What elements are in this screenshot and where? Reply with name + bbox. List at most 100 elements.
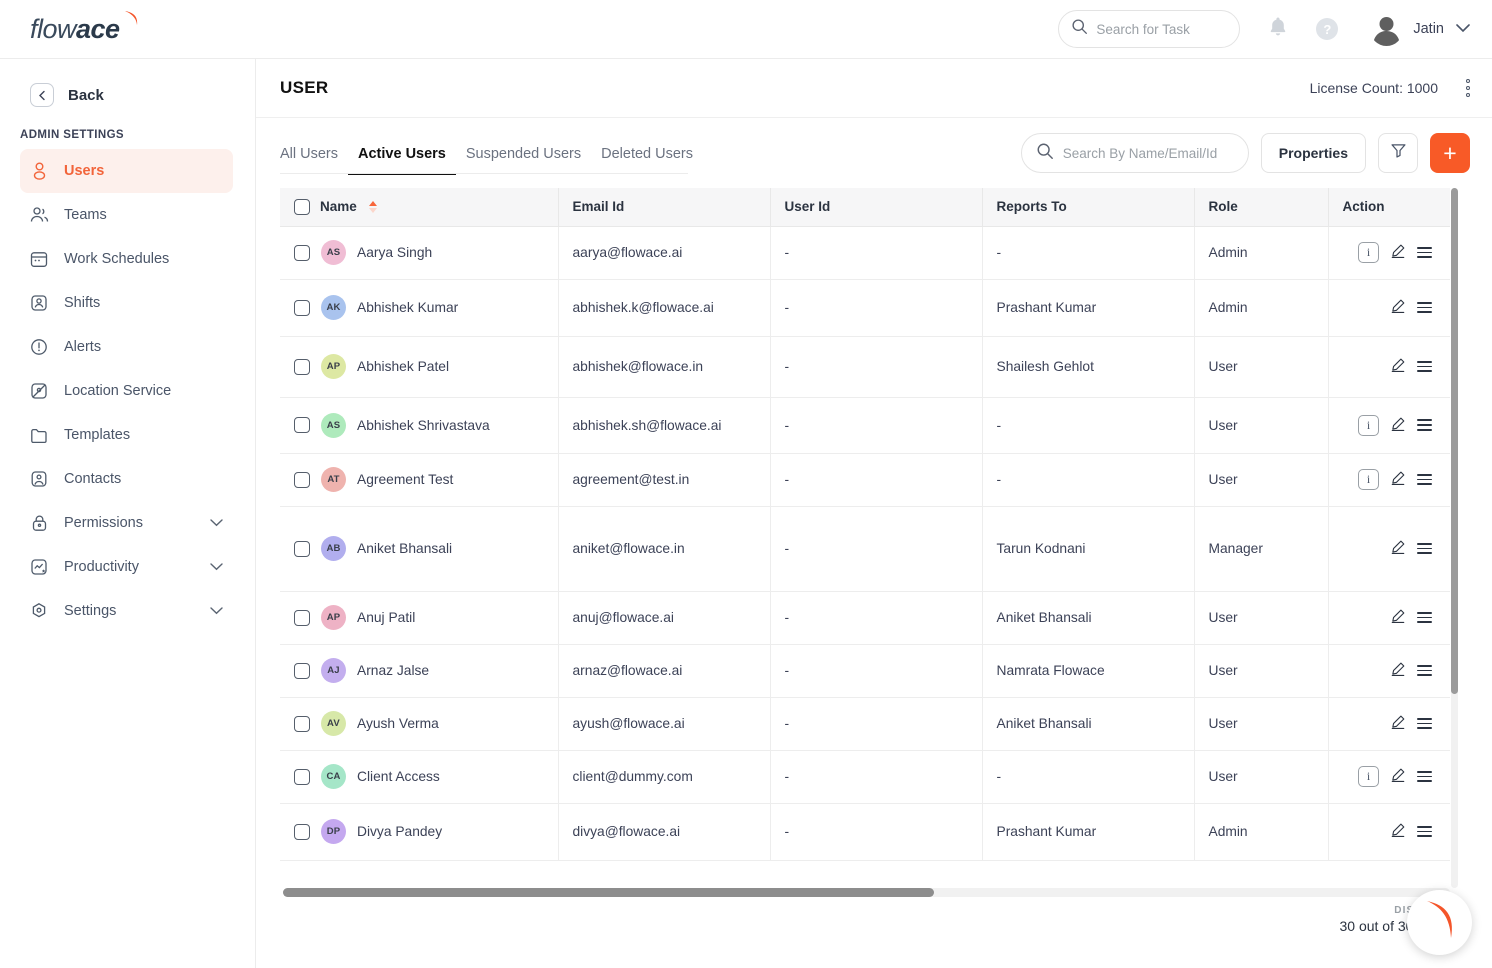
gear-icon — [28, 602, 50, 620]
edit-pencil-icon[interactable] — [1390, 243, 1406, 262]
logo-swoosh-icon — [122, 9, 142, 34]
menu-hamburger-icon[interactable] — [1417, 542, 1432, 555]
help-button[interactable]: ? — [1316, 18, 1339, 40]
sidebar-item-work-schedules[interactable]: Work Schedules — [20, 237, 233, 281]
sidebar-item-contacts[interactable]: Contacts — [20, 457, 233, 501]
task-search-input[interactable]: Search for Task — [1058, 10, 1241, 48]
menu-hamburger-icon[interactable] — [1417, 611, 1432, 624]
horizontal-scrollbar-thumb[interactable] — [283, 888, 934, 897]
table-toolbar: Search By Name/Email/Id Properties + — [1020, 133, 1492, 173]
chevron-down-icon[interactable] — [210, 558, 223, 576]
tab-active-users[interactable]: Active Users — [348, 146, 456, 175]
tab-suspended-users[interactable]: Suspended Users — [456, 146, 591, 175]
menu-hamburger-icon[interactable] — [1417, 360, 1432, 373]
cell-email: aniket@flowace.in — [558, 506, 771, 592]
menu-hamburger-icon[interactable] — [1417, 473, 1432, 486]
edit-pencil-icon[interactable] — [1390, 767, 1406, 786]
row-checkbox[interactable] — [294, 715, 310, 732]
row-checkbox[interactable] — [294, 609, 310, 626]
table-row[interactable]: AS Aarya Singh aarya@flowace.ai - - Admin i — [280, 226, 1450, 280]
edit-pencil-icon[interactable] — [1390, 714, 1406, 733]
chat-widget-button[interactable] — [1407, 890, 1472, 955]
avatar: AB — [321, 536, 346, 561]
table-row[interactable]: AV Ayush Verma ayush@flowace.ai - Aniket Bha… — [280, 697, 1450, 751]
chevron-down-icon[interactable] — [210, 602, 223, 620]
cell-user-id: - — [770, 453, 983, 507]
avatar[interactable] — [1370, 12, 1404, 46]
row-checkbox[interactable] — [294, 662, 310, 679]
row-checkbox[interactable] — [294, 244, 310, 261]
column-header-email[interactable]: Email Id — [558, 188, 771, 227]
menu-hamburger-icon[interactable] — [1417, 246, 1432, 259]
edit-pencil-icon[interactable] — [1390, 608, 1406, 627]
tab-deleted-users[interactable]: Deleted Users — [591, 146, 703, 175]
table-row[interactable]: AJ Arnaz Jalse arnaz@flowace.ai - Namrata Fl… — [280, 644, 1450, 698]
more-vertical-icon[interactable] — [1466, 79, 1470, 97]
column-header-user-id[interactable]: User Id — [770, 188, 983, 227]
table-row[interactable]: AK Abhishek Kumar abhishek.k@flowace.ai - Pr… — [280, 279, 1450, 337]
column-header-reports-to[interactable]: Reports To — [982, 188, 1195, 227]
column-header-name[interactable]: Name — [280, 188, 559, 227]
edit-pencil-icon[interactable] — [1390, 661, 1406, 680]
edit-pencil-icon[interactable] — [1390, 298, 1406, 317]
horizontal-scrollbar[interactable] — [283, 888, 1450, 897]
sidebar-item-users[interactable]: Users — [20, 149, 233, 193]
users-table: Name Email Id User Id Reports To Role Ac… — [280, 188, 1450, 861]
row-checkbox[interactable] — [294, 768, 310, 785]
sidebar-item-settings[interactable]: Settings — [20, 589, 233, 633]
row-checkbox[interactable] — [294, 358, 310, 375]
sidebar-item-teams[interactable]: Teams — [20, 193, 233, 237]
menu-hamburger-icon[interactable] — [1417, 717, 1432, 730]
info-icon[interactable]: i — [1358, 414, 1379, 436]
edit-pencil-icon[interactable] — [1390, 539, 1406, 558]
info-icon[interactable]: i — [1358, 766, 1379, 787]
menu-hamburger-icon[interactable] — [1417, 419, 1432, 431]
vertical-scrollbar[interactable] — [1451, 188, 1458, 888]
table-row[interactable]: AP Abhishek Patel abhishek@flowace.in - Shai… — [280, 336, 1450, 398]
chevron-down-icon[interactable] — [210, 514, 223, 532]
edit-pencil-icon[interactable] — [1390, 822, 1406, 841]
sidebar-item-templates[interactable]: Templates — [20, 413, 233, 457]
edit-pencil-icon[interactable] — [1390, 416, 1406, 435]
table-row[interactable]: DP Divya Pandey divya@flowace.ai - Prashant … — [280, 803, 1450, 861]
back-button[interactable]: Back — [0, 83, 255, 107]
select-all-checkbox[interactable] — [294, 198, 310, 215]
sidebar-item-alerts[interactable]: Alerts — [20, 325, 233, 369]
vertical-scrollbar-thumb[interactable] — [1451, 188, 1458, 694]
sidebar-item-location-service[interactable]: Location Service — [20, 369, 233, 413]
sidebar-item-permissions[interactable]: Permissions — [20, 501, 233, 545]
table-row[interactable]: AP Anuj Patil anuj@flowace.ai - Aniket Bhans… — [280, 591, 1450, 645]
menu-hamburger-icon[interactable] — [1417, 770, 1432, 783]
flowace-logo[interactable]: flow ace — [30, 10, 142, 45]
column-header-role[interactable]: Role — [1194, 188, 1329, 227]
menu-hamburger-icon[interactable] — [1417, 301, 1432, 314]
edit-pencil-icon[interactable] — [1390, 357, 1406, 376]
cell-action — [1328, 803, 1450, 861]
add-user-button[interactable]: + — [1430, 133, 1470, 173]
sidebar-item-shifts[interactable]: Shifts — [20, 281, 233, 325]
search-input[interactable]: Search By Name/Email/Id — [1020, 133, 1249, 173]
row-checkbox[interactable] — [294, 471, 310, 488]
row-checkbox[interactable] — [294, 540, 310, 557]
row-checkbox[interactable] — [294, 417, 310, 433]
sidebar-item-productivity[interactable]: Productivity — [20, 545, 233, 589]
table-row[interactable]: AS Abhishek Shrivastava abhishek.sh@flowac… — [280, 397, 1450, 454]
edit-pencil-icon[interactable] — [1390, 470, 1406, 489]
row-checkbox[interactable] — [294, 823, 310, 840]
menu-hamburger-icon[interactable] — [1417, 825, 1432, 838]
chevron-down-icon[interactable] — [1456, 20, 1470, 38]
properties-button[interactable]: Properties — [1260, 133, 1366, 173]
menu-hamburger-icon[interactable] — [1417, 664, 1432, 677]
tabs: All Users Active Users Suspended Users D… — [280, 131, 703, 175]
table-row[interactable]: CA Client Access client@dummy.com - - User i — [280, 750, 1450, 804]
tab-all-users[interactable]: All Users — [280, 146, 348, 175]
info-icon[interactable]: i — [1358, 469, 1379, 490]
sort-toggle-icon[interactable] — [368, 200, 377, 213]
info-icon[interactable]: i — [1358, 242, 1379, 263]
table-row[interactable]: AT Agreement Test agreement@test.in - - User i — [280, 453, 1450, 507]
notification-bell-button[interactable] — [1268, 16, 1288, 42]
filter-button[interactable] — [1378, 133, 1418, 173]
table-row[interactable]: AB Aniket Bhansali aniket@flowace.in - Tarun… — [280, 506, 1450, 592]
search-icon — [1036, 142, 1054, 165]
row-checkbox[interactable] — [294, 299, 310, 316]
